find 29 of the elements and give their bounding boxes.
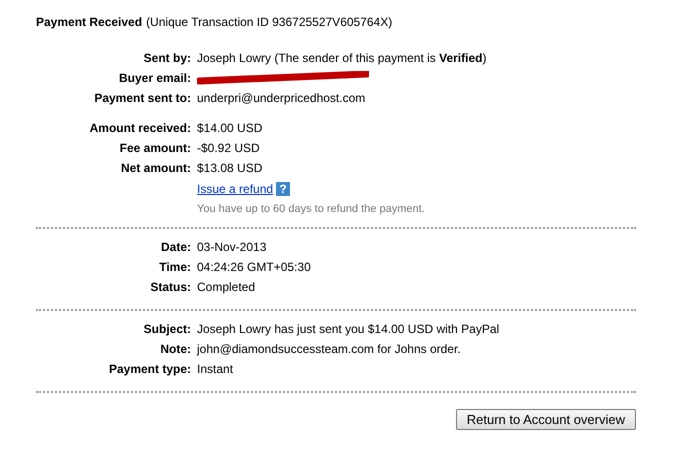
field-label: Status: bbox=[149, 280, 191, 294]
field-value: underpri@underpricedhost.com bbox=[197, 91, 366, 105]
field-label: Buyer email: bbox=[118, 71, 191, 85]
help-icon[interactable]: ? bbox=[276, 182, 290, 196]
field-value: -$0.92 USD bbox=[197, 141, 261, 155]
field-label: Amount received: bbox=[88, 121, 191, 135]
field-value: Joseph Lowry has just sent you $14.00 USD with PayPal bbox=[197, 322, 500, 336]
field-label: Payment sent to: bbox=[93, 91, 191, 105]
refund-hint: You have up to 60 days to refund the payment. bbox=[197, 203, 426, 215]
field-label: Note: bbox=[159, 342, 191, 356]
field-label: Fee amount: bbox=[118, 141, 191, 155]
field-label: Sent by: bbox=[142, 51, 191, 65]
field-value: Joseph Lowry (The sender of this payment is Verified) bbox=[197, 51, 488, 65]
field-value: Instant bbox=[197, 362, 234, 376]
field-label: Subject: bbox=[142, 322, 191, 336]
page-title: Payment Received bbox=[36, 15, 142, 29]
field-label: Payment type: bbox=[108, 362, 191, 376]
transaction-id: (Unique Transaction ID 936725527V605764X) bbox=[146, 15, 392, 29]
field-value: $13.08 USD bbox=[197, 161, 264, 175]
field-value: 04:24:26 GMT+05:30 bbox=[197, 260, 312, 274]
field-value: 03-Nov-2013 bbox=[197, 240, 268, 254]
field-label: Net amount: bbox=[120, 161, 191, 175]
return-button[interactable]: Return to Account overview bbox=[456, 409, 636, 430]
field-label: Date: bbox=[160, 240, 191, 254]
refund-link[interactable]: Issue a refund bbox=[197, 182, 274, 196]
field-value: $14.00 USD bbox=[197, 121, 264, 135]
field-value: Completed bbox=[197, 280, 256, 294]
field-label: Time: bbox=[158, 260, 191, 274]
field-value: john@diamondsuccessteam.com for Johns order. bbox=[197, 342, 462, 356]
